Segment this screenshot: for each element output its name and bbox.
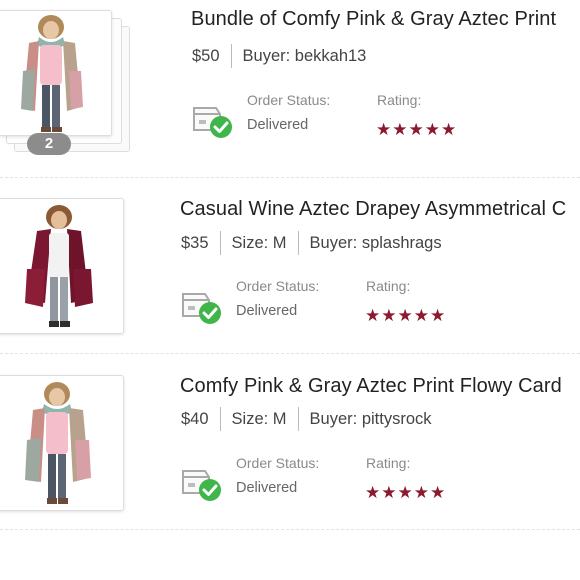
star-icon: ★ [441,120,458,139]
order-status-value: Delivered [247,117,309,133]
pink-gray-aztec-cardigan-image [0,11,111,135]
product-thumbnail[interactable] [0,10,112,136]
star-icon: ★ [430,483,447,502]
rating-label: Rating: [377,92,422,108]
rating-stars: ★★★★★ [376,120,457,140]
star-icon: ★ [413,483,430,502]
meta-separator [230,44,232,68]
order-meta: $35 Size: M Buyer: splashrags [181,231,442,255]
box-delivered-check-icon [182,470,221,501]
order-item[interactable]: Casual Wine Aztec Drapey Asymmetrical C … [0,190,580,350]
star-icon: ★ [376,120,393,139]
order-status-value: Delivered [236,480,298,496]
star-icon: ★ [381,306,398,325]
star-icon: ★ [381,483,398,502]
order-buyer[interactable]: Buyer: pittysrock [310,410,432,429]
star-icon: ★ [413,306,430,325]
order-size: Size: M [231,409,287,428]
star-icon: ★ [392,120,409,139]
box-delivered-check-icon [182,293,221,324]
order-title[interactable]: Comfy Pink & Gray Aztec Print Flowy Card [180,375,562,398]
order-item[interactable]: Comfy Pink & Gray Aztec Print Flowy Card… [0,367,580,527]
order-divider [0,529,580,530]
order-price: $40 [181,409,209,428]
rating-label: Rating: [366,278,411,294]
meta-separator [219,407,221,431]
star-icon: ★ [424,120,441,139]
order-size: Size: M [231,233,287,252]
order-divider [0,353,580,354]
product-thumbnail[interactable] [0,198,124,334]
order-item[interactable]: 2 Bundle of Comfy Pink & Gray Aztec Prin… [0,0,580,160]
order-price: $50 [192,46,220,65]
sold-orders-list: 2 Bundle of Comfy Pink & Gray Aztec Prin… [0,0,580,580]
rating-stars: ★★★★★ [365,483,446,503]
star-icon: ★ [397,306,414,325]
rating-label: Rating: [366,455,411,471]
order-status-label: Order Status: [236,455,320,471]
meta-separator [219,231,221,255]
bundle-count-badge: 2 [27,133,71,155]
box-delivered-check-icon [193,107,232,138]
order-price: $35 [181,233,209,252]
meta-separator [297,407,299,431]
order-buyer[interactable]: Buyer: bekkah13 [243,47,367,66]
star-icon: ★ [365,483,382,502]
order-status-label: Order Status: [236,278,320,294]
order-title[interactable]: Bundle of Comfy Pink & Gray Aztec Print [191,8,556,31]
star-icon: ★ [397,483,414,502]
meta-separator [297,231,299,255]
order-status-label: Order Status: [247,92,331,108]
wine-aztec-cardigan-image [0,199,123,333]
order-title[interactable]: Casual Wine Aztec Drapey Asymmetrical C [180,198,566,221]
order-meta: $50 Buyer: bekkah13 [192,44,366,68]
order-divider [0,177,580,178]
star-icon: ★ [408,120,425,139]
order-buyer[interactable]: Buyer: splashrags [310,234,442,253]
product-thumbnail[interactable] [0,375,124,511]
rating-stars: ★★★★★ [365,306,446,326]
order-meta: $40 Size: M Buyer: pittysrock [181,407,432,431]
star-icon: ★ [365,306,382,325]
pink-gray-aztec-cardigan-image [0,376,123,510]
star-icon: ★ [430,306,447,325]
order-status-value: Delivered [236,303,298,319]
